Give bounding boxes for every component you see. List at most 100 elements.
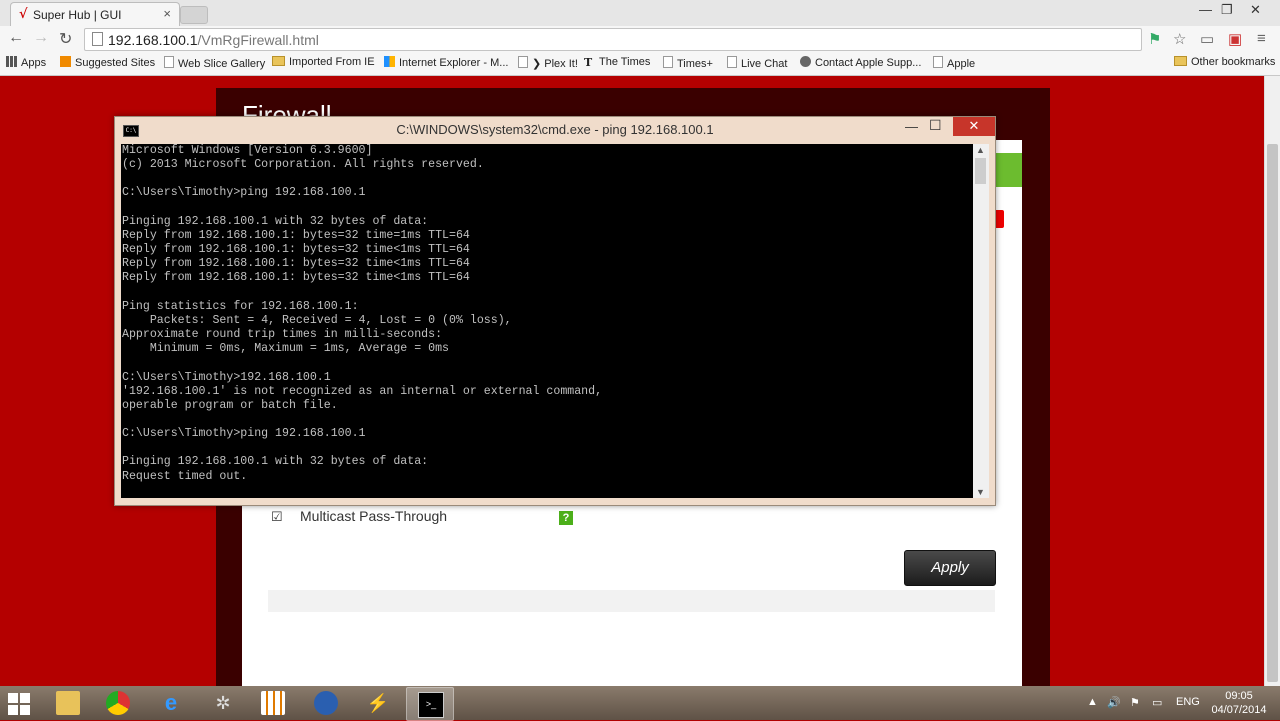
tray-chevron-icon[interactable]: ▲	[1087, 696, 1098, 708]
cmd-scroll-up-icon[interactable]: ▲	[976, 145, 985, 155]
new-tab-button[interactable]	[180, 6, 208, 24]
page-icon	[164, 56, 174, 68]
page-icon	[663, 56, 673, 68]
cmd-line: C:\Users\Timothy>ping 192.168.100.1	[122, 427, 366, 441]
apps-grid-icon	[6, 56, 17, 67]
window-minimize-icon[interactable]: —	[1199, 2, 1212, 17]
bookmark-contact-apple[interactable]: Contact Apple Supp...	[800, 56, 921, 69]
folder-icon	[56, 691, 80, 715]
cmd-output: Microsoft Windows [Version 6.3.9600] (c)…	[121, 144, 973, 484]
extension-flag-icon[interactable]: ⚑	[1148, 30, 1161, 48]
tab-title: Super Hub | GUI	[33, 8, 122, 22]
page-info-icon[interactable]	[92, 32, 103, 46]
page-icon	[933, 56, 943, 68]
menu-icon[interactable]: ≡	[1257, 30, 1266, 47]
bookmark-suggested-sites[interactable]: Suggested Sites	[60, 56, 155, 69]
clock[interactable]: 09:05 04/07/2014	[1200, 689, 1278, 717]
cmd-line: Packets: Sent = 4, Received = 4, Lost = …	[149, 313, 512, 327]
address-bar[interactable]: 192.168.100.1/VmRgFirewall.html	[84, 28, 1142, 51]
window-restore-icon[interactable]: ❐	[1221, 2, 1233, 18]
cmd-line: C:\Users\Timothy>ping 192.168.100.1	[122, 186, 366, 200]
page-scrollbar-thumb[interactable]	[1267, 144, 1278, 682]
url-path: /VmRgFirewall.html	[197, 32, 319, 48]
page-icon	[518, 56, 528, 68]
browser-tab[interactable]: √ Super Hub | GUI ×	[10, 2, 180, 27]
bookmark-star-icon[interactable]: ☆	[1173, 30, 1186, 48]
times-t-icon: T	[584, 56, 593, 69]
cmd-scroll-down-icon[interactable]: ▼	[976, 487, 985, 497]
cmd-scroll-thumb[interactable]	[975, 158, 986, 184]
command-prompt-icon: >_	[418, 692, 444, 718]
bookmark-live-chat[interactable]: Live Chat	[727, 56, 787, 70]
apply-button[interactable]: Apply	[904, 550, 996, 586]
cast-icon[interactable]: ▭	[1200, 30, 1214, 48]
folder-icon	[272, 56, 285, 66]
store-icon	[261, 691, 285, 715]
action-center-flag-icon[interactable]: ⚑	[1130, 696, 1140, 709]
taskbar-thunderbird[interactable]	[303, 687, 349, 719]
bookmark-internet-explorer[interactable]: Internet Explorer - M...	[384, 56, 508, 69]
taskbar: e ✲ ⚡ >_ ▲ 🔊 ⚑ ▭ ENG 09:05 04/07/2014	[0, 686, 1280, 721]
cmd-maximize-icon[interactable]: ☐	[929, 117, 942, 134]
bookmark-apps[interactable]: Apps	[6, 56, 46, 69]
cmd-line: Microsoft Windows [Version 6.3.9600]	[122, 144, 373, 157]
language-indicator[interactable]: ENG	[1176, 696, 1200, 708]
bookmarks-bar: Apps Suggested Sites Web Slice Gallery I…	[0, 52, 1280, 76]
folder-icon	[1174, 56, 1187, 66]
tab-close-icon[interactable]: ×	[163, 6, 171, 21]
apple-icon	[800, 56, 811, 67]
bookmark-apple[interactable]: Apple	[933, 56, 975, 70]
taskbar-command-prompt[interactable]: >_	[406, 687, 454, 721]
taskbar-store[interactable]	[250, 687, 296, 719]
cmd-scrollbar[interactable]: ▲ ▼	[973, 144, 989, 498]
taskbar-chrome[interactable]	[95, 687, 141, 719]
multicast-label: Multicast Pass-Through	[300, 508, 448, 524]
chrome-icon	[106, 691, 130, 715]
clock-time: 09:05	[1225, 690, 1253, 702]
bookmark-times-plus[interactable]: Times+	[663, 56, 713, 70]
bookmark-web-slice-gallery[interactable]: Web Slice Gallery	[164, 56, 265, 70]
taskbar-network-tool[interactable]: ✲	[200, 687, 246, 719]
cmd-line: Pinging 192.168.100.1 with 32 bytes of d…	[122, 455, 429, 469]
tab-strip: √ Super Hub | GUI × — ❐ ✕	[0, 0, 1280, 27]
cmd-line: Reply from 192.168.100.1: bytes=32 time<…	[122, 243, 470, 257]
footer-bar	[268, 590, 995, 612]
green-tab-button[interactable]	[994, 153, 1022, 187]
network-tool-icon: ✲	[215, 693, 231, 713]
other-bookmarks[interactable]: Other bookmarks	[1174, 56, 1275, 68]
cmd-close-icon[interactable]: ✕	[953, 117, 995, 136]
bookmark-the-times[interactable]: T The Times	[584, 56, 650, 68]
cmd-titlebar[interactable]: C:\ C:\WINDOWS\system32\cmd.exe - ping 1…	[115, 117, 995, 144]
taskbar-file-explorer[interactable]	[45, 687, 91, 719]
extension-s-icon[interactable]: ▣	[1228, 30, 1242, 48]
cmd-line: C:\Users\Timothy>192.168.100.1	[122, 370, 331, 384]
volume-icon[interactable]: 🔊	[1107, 696, 1121, 709]
thunderbird-icon	[314, 691, 338, 715]
start-button[interactable]	[8, 693, 32, 715]
bookmark-imported-from-ie[interactable]: Imported From IE	[272, 56, 375, 68]
suggested-sites-icon	[60, 56, 71, 67]
back-icon[interactable]: ←	[8, 29, 24, 47]
cmd-line: operable program or batch file.	[122, 398, 338, 412]
virgin-favicon-icon: √	[19, 7, 28, 22]
taskbar-winamp[interactable]: ⚡	[355, 687, 401, 719]
help-icon[interactable]: ?	[559, 511, 573, 525]
cmd-line: Ping statistics for 192.168.100.1:	[122, 299, 359, 313]
window-close-icon[interactable]: ✕	[1250, 2, 1261, 18]
network-icon[interactable]: ▭	[1152, 696, 1162, 709]
cmd-line: Approximate round trip times in milli-se…	[122, 328, 443, 342]
page-scrollbar[interactable]	[1264, 76, 1280, 686]
cmd-line: Reply from 192.168.100.1: bytes=32 time<…	[122, 271, 470, 285]
cmd-console[interactable]: Microsoft Windows [Version 6.3.9600] (c)…	[121, 144, 973, 498]
windows-flag-icon	[384, 56, 395, 67]
cmd-line: '192.168.100.1' is not recognized as an …	[122, 384, 603, 398]
taskbar-internet-explorer[interactable]: e	[148, 687, 194, 719]
bookmark-plex-it[interactable]: ❯ Plex It!	[518, 56, 578, 70]
multicast-checkbox[interactable]: ☑	[271, 509, 283, 525]
forward-icon[interactable]: →	[33, 29, 49, 47]
cmd-line: Pinging 192.168.100.1 with 32 bytes of d…	[122, 214, 429, 228]
reload-icon[interactable]: ↻	[59, 29, 72, 49]
internet-explorer-icon: e	[164, 690, 178, 715]
cmd-line: (c) 2013 Microsoft Corporation. All righ…	[122, 158, 484, 172]
cmd-minimize-icon[interactable]: —	[905, 119, 918, 134]
